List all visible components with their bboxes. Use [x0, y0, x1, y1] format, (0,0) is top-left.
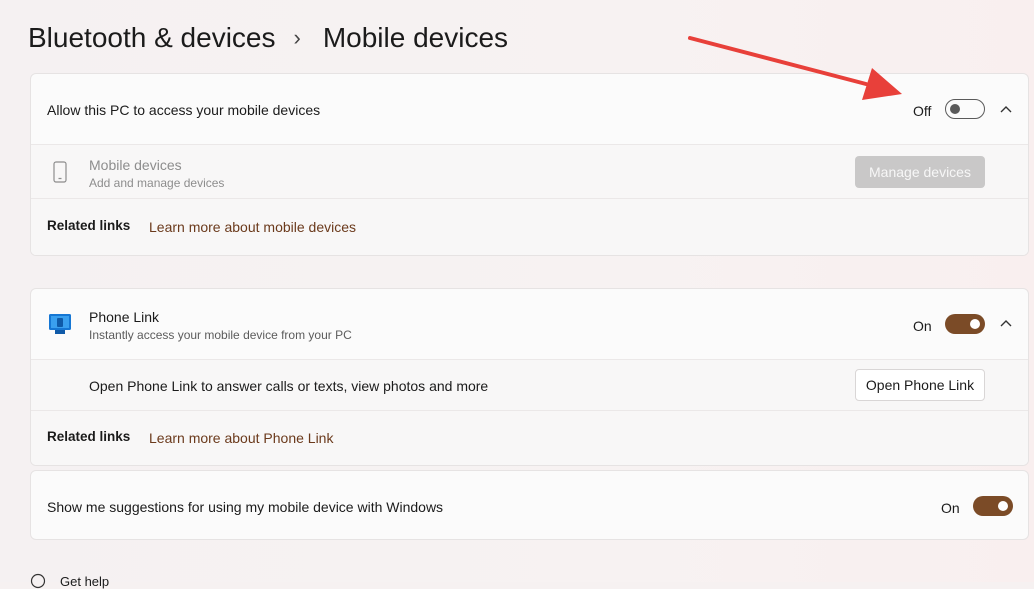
mobile-devices-row: Mobile devices Add and manage devices Ma…: [31, 144, 1028, 198]
get-help-link[interactable]: Get help: [30, 573, 109, 589]
mobile-access-card: Allow this PC to access your mobile devi…: [30, 73, 1029, 256]
related-links-label: Related links: [47, 218, 131, 233]
breadcrumb-parent[interactable]: Bluetooth & devices: [28, 22, 276, 54]
phone-link-card: Phone Link Instantly access your mobile …: [30, 288, 1029, 466]
allow-access-toggle-state: Off: [913, 103, 932, 119]
breadcrumb: Bluetooth & devices › Mobile devices: [28, 18, 508, 58]
related-links-row: Related links Learn more about mobile de…: [31, 198, 1028, 255]
page-title: Mobile devices: [322, 22, 509, 53]
phone-link-toggle[interactable]: [945, 314, 985, 334]
mobile-devices-title: Mobile devices: [89, 157, 182, 173]
mobile-devices-subtitle: Add and manage devices: [89, 176, 225, 190]
open-phone-link-row: Open Phone Link to answer calls or texts…: [31, 359, 1028, 410]
allow-access-label: Allow this PC to access your mobile devi…: [47, 102, 321, 118]
allow-access-toggle[interactable]: [945, 99, 985, 119]
get-help-label: Get help: [60, 573, 110, 589]
suggestions-toggle-state: On: [941, 500, 960, 516]
allow-access-row[interactable]: Allow this PC to access your mobile devi…: [31, 74, 1028, 144]
phone-link-row[interactable]: Phone Link Instantly access your mobile …: [31, 289, 1028, 359]
breadcrumb-separator: ›: [293, 25, 301, 50]
suggestions-row[interactable]: Show me suggestions for using my mobile …: [31, 471, 1028, 539]
open-phone-link-button[interactable]: Open Phone Link: [855, 369, 985, 401]
phone-link-toggle-state: On: [913, 318, 932, 334]
phone-link-title: Phone Link: [89, 309, 160, 325]
phone-link-related-row: Related links Learn more about Phone Lin…: [31, 410, 1028, 465]
learn-more-phone-link-link[interactable]: Learn more about Phone Link: [149, 430, 333, 446]
open-phone-link-description: Open Phone Link to answer calls or texts…: [89, 378, 489, 394]
suggestions-toggle[interactable]: [973, 496, 1013, 516]
learn-more-mobile-devices-link[interactable]: Learn more about mobile devices: [149, 219, 356, 235]
phone-link-subtitle: Instantly access your mobile device from…: [89, 328, 352, 342]
phone-icon: [53, 161, 67, 183]
manage-devices-button[interactable]: Manage devices: [855, 156, 985, 188]
chevron-up-icon[interactable]: [998, 102, 1014, 118]
related-links-label: Related links: [47, 429, 131, 444]
phone-link-icon: [49, 314, 71, 334]
help-icon: [30, 573, 46, 589]
chevron-up-icon[interactable]: [998, 316, 1014, 332]
suggestions-card: Show me suggestions for using my mobile …: [30, 470, 1029, 540]
suggestions-label: Show me suggestions for using my mobile …: [47, 499, 444, 515]
